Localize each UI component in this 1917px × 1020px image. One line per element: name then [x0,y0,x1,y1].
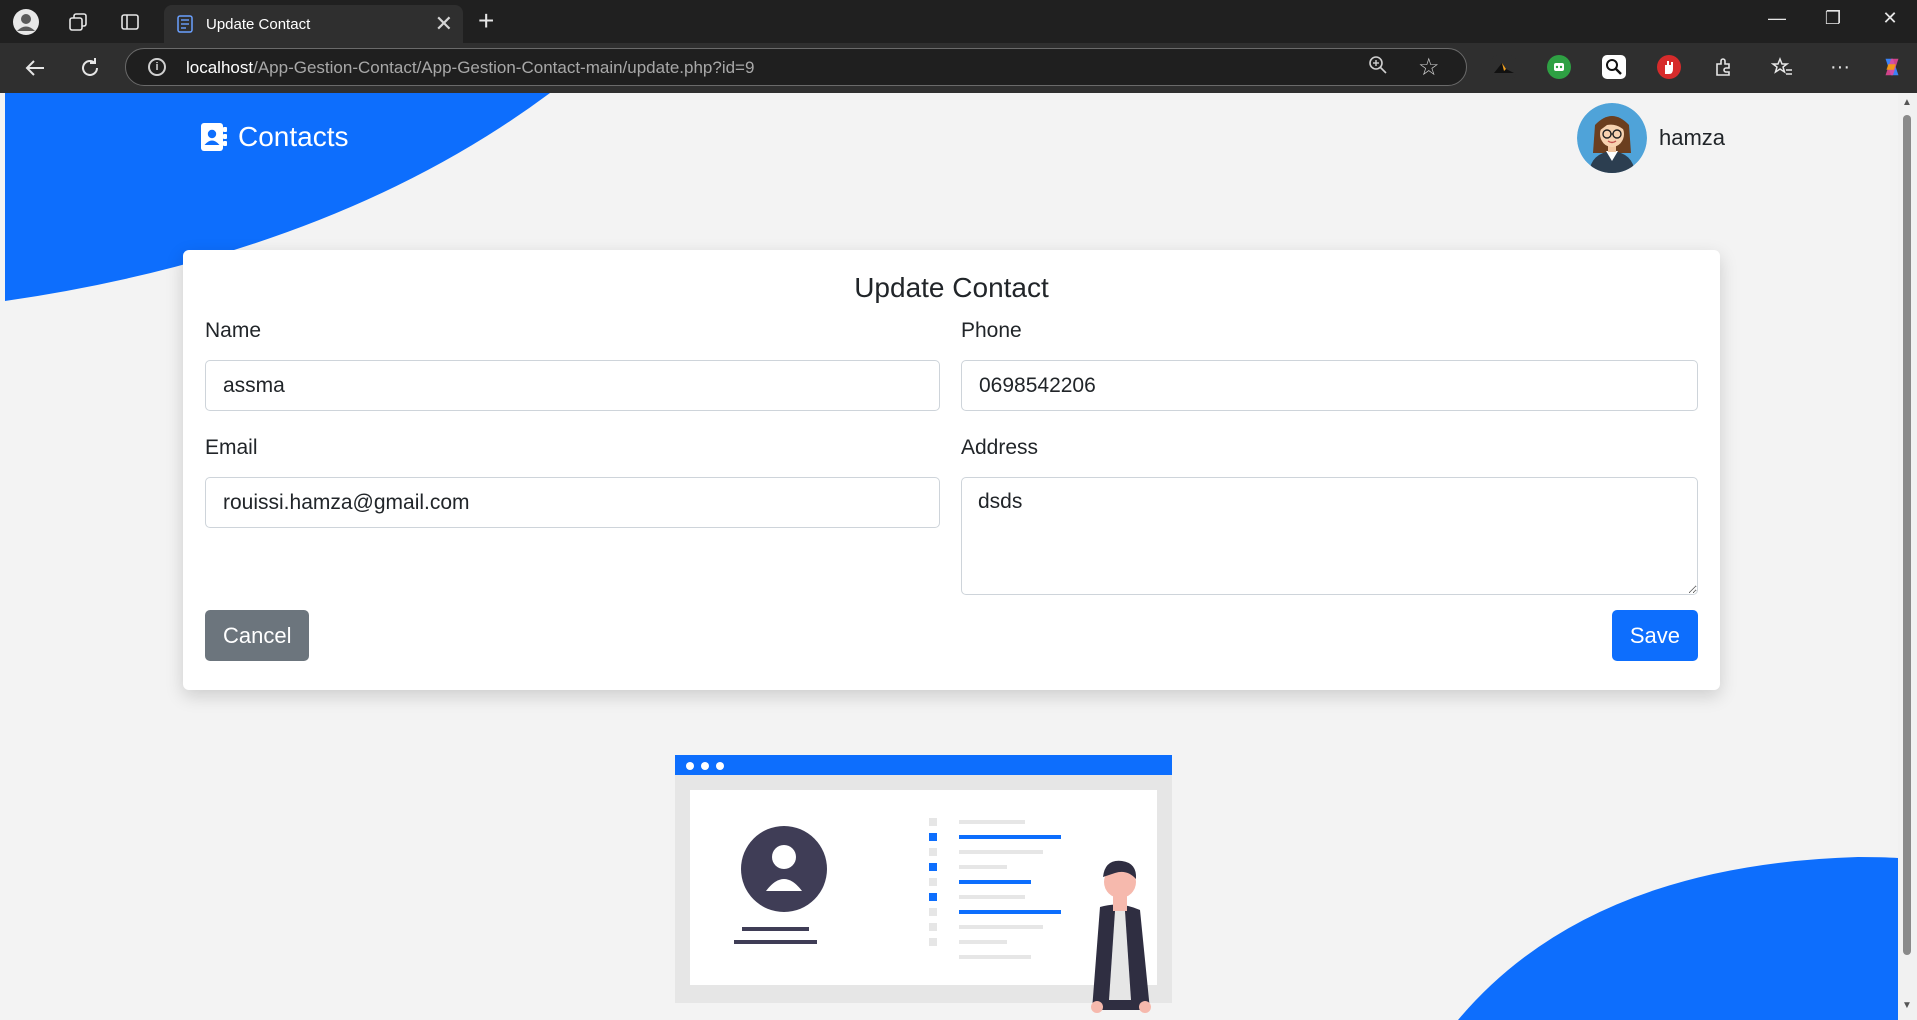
scroll-down-icon[interactable]: ▼ [1902,1000,1912,1011]
refresh-icon[interactable] [75,53,105,83]
cancel-button[interactable]: Cancel [205,610,310,661]
address-bar[interactable]: i localhost/App-Gestion-Contact/App-Gest… [125,48,1467,86]
update-contact-card: Update Contact Name Phone Email Address … [183,250,1720,690]
navbar-brand[interactable]: Contacts [200,121,349,153]
site-info-icon[interactable]: i [148,58,166,76]
extension-4-icon[interactable] [1657,55,1681,79]
name-input[interactable] [205,360,940,411]
contact-illustration [675,755,1172,1013]
active-tab[interactable]: Update Contact ✕ [164,5,463,43]
bottom-right-wave-decoration [1458,857,1898,1020]
url-text[interactable]: localhost/App-Gestion-Contact/App-Gestio… [186,58,754,78]
address-textarea[interactable]: dsds [961,477,1698,595]
profile-icon[interactable] [12,8,40,36]
zoom-icon[interactable] [1368,55,1388,81]
address-label: Address [961,436,1039,459]
favorite-star-icon[interactable]: ☆ [1418,53,1440,82]
workspaces-icon[interactable] [64,8,92,36]
restore-icon[interactable]: ❐ [1813,8,1853,29]
tab-title: Update Contact [206,16,311,33]
username: hamza [1659,125,1726,150]
minimize-icon[interactable]: — [1757,8,1797,29]
address-book-icon [201,123,227,151]
page-favicon-icon [177,15,193,33]
favorites-icon[interactable] [1770,55,1794,79]
avatar [1577,103,1647,173]
copilot-icon[interactable] [1880,55,1904,79]
vertical-scrollbar[interactable]: ▲ ▼ [1898,93,1917,1020]
scrollbar-thumb[interactable] [1903,115,1911,955]
extension-3-icon[interactable] [1602,55,1626,79]
phone-input[interactable] [961,360,1698,411]
extensions-puzzle-icon[interactable] [1712,55,1736,79]
phone-label: Phone [961,319,1022,342]
save-button[interactable]: Save [1611,610,1698,661]
browser-toolbar: i localhost/App-Gestion-Contact/App-Gest… [0,43,1917,93]
extension-2-icon[interactable] [1547,55,1571,79]
scroll-up-icon[interactable]: ▲ [1902,97,1912,108]
new-tab-icon[interactable]: + [478,7,494,35]
email-input[interactable] [205,477,940,528]
close-tab-icon[interactable]: ✕ [435,11,453,37]
card-title: Update Contact [854,272,1049,303]
brand-text: Contacts [238,121,349,152]
email-label: Email [205,436,258,459]
browser-tab-bar: Update Contact ✕ + — ❐ ✕ [0,0,1917,43]
name-label: Name [205,319,262,342]
url-host: localhost [186,58,254,77]
vertical-tabs-icon[interactable] [116,8,144,36]
back-icon[interactable] [20,53,50,83]
extension-1-icon[interactable] [1492,55,1516,79]
url-path: /App-Gestion-Contact/App-Gestion-Contact… [253,58,755,77]
close-window-icon[interactable]: ✕ [1870,8,1910,29]
page-viewport: Contacts hamza Update Contact Name Phone [5,93,1898,1020]
more-menu-icon[interactable]: ··· [1828,55,1852,79]
user-menu[interactable]: hamza [1577,103,1725,173]
